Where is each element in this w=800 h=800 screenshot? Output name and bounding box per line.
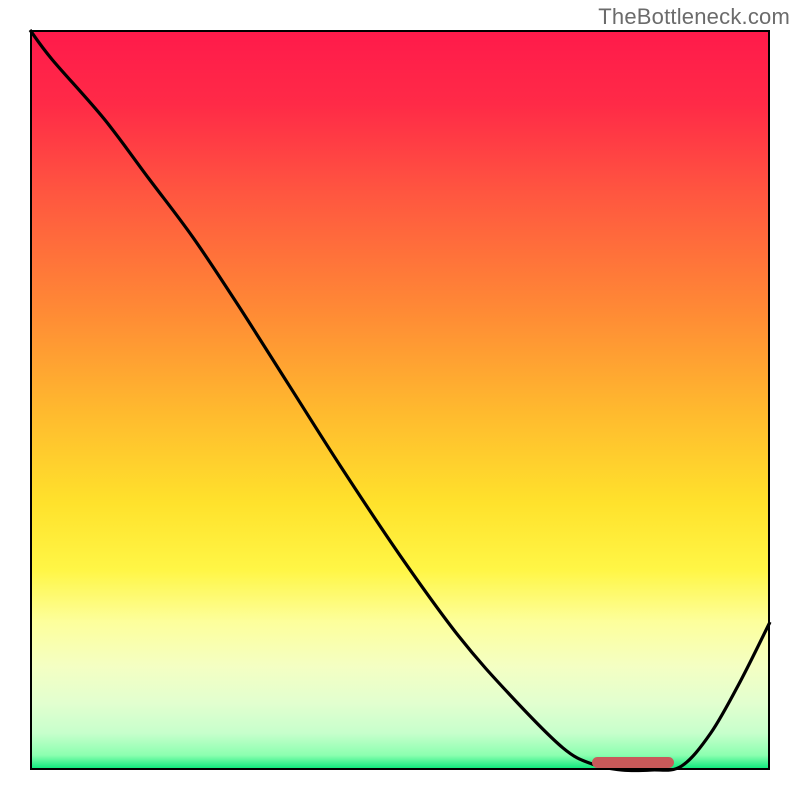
curve-path (30, 30, 770, 771)
chart-frame: TheBottleneck.com (0, 0, 800, 800)
bottleneck-curve (30, 30, 770, 770)
watermark-text: TheBottleneck.com (598, 4, 790, 30)
optimal-range-marker (592, 757, 673, 768)
